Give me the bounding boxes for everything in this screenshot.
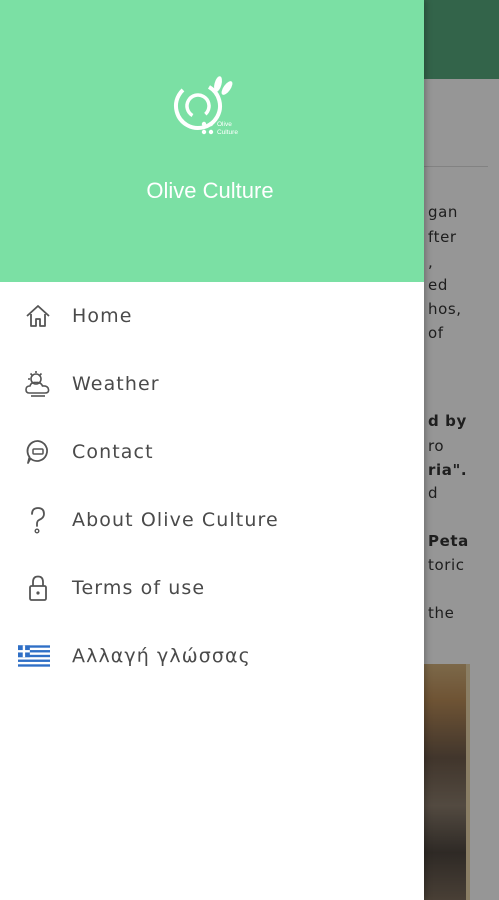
menu-item-label: Terms of use bbox=[72, 577, 206, 599]
logo-small-text: Culture bbox=[217, 129, 238, 136]
lock-icon bbox=[20, 570, 56, 606]
drawer-header: Olive Culture Olive Culture bbox=[0, 0, 424, 282]
chat-bubble-icon bbox=[20, 434, 56, 470]
drawer-menu: Home Weather Contact About Olive Culture bbox=[0, 282, 424, 690]
navigation-drawer: Olive Culture Olive Culture Home Weather… bbox=[0, 0, 424, 900]
menu-item-language[interactable]: Αλλαγή γλώσσας bbox=[0, 622, 424, 690]
weather-icon bbox=[20, 366, 56, 402]
menu-item-terms[interactable]: Terms of use bbox=[0, 554, 424, 622]
greek-flag-icon bbox=[17, 638, 51, 674]
logo-small-text: Olive bbox=[217, 121, 232, 128]
question-mark-icon bbox=[20, 502, 56, 538]
menu-item-weather[interactable]: Weather bbox=[0, 350, 424, 418]
menu-item-label: Weather bbox=[72, 373, 160, 395]
olive-culture-logo: Olive Culture bbox=[174, 76, 238, 136]
menu-item-label: Αλλαγή γλώσσας bbox=[72, 645, 251, 667]
menu-item-contact[interactable]: Contact bbox=[0, 418, 424, 486]
menu-item-about[interactable]: About Olive Culture bbox=[0, 486, 424, 554]
menu-item-label: Contact bbox=[72, 441, 154, 463]
home-icon bbox=[20, 298, 56, 334]
brand-title: Olive Culture bbox=[146, 178, 274, 203]
menu-item-label: Home bbox=[72, 305, 133, 327]
menu-item-label: About Olive Culture bbox=[72, 509, 279, 531]
menu-item-home[interactable]: Home bbox=[0, 282, 424, 350]
